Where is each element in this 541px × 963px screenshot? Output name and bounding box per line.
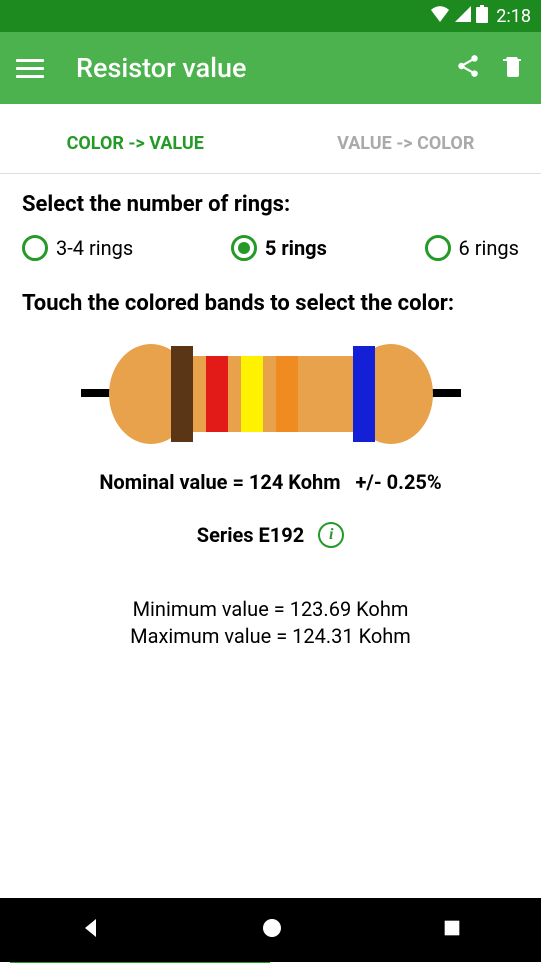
radio-icon xyxy=(231,235,257,261)
main-content: Select the number of rings: 3-4 rings 5 … xyxy=(0,174,541,668)
nominal-value-row: Nominal value = 124 Kohm +/- 0.25% xyxy=(22,470,519,494)
nominal-value: 124 Kohm xyxy=(249,470,341,494)
status-bar: 2:18 xyxy=(0,0,541,32)
wifi-icon xyxy=(430,6,450,27)
band-5[interactable] xyxy=(353,346,375,442)
tab-value-to-color[interactable]: VALUE -> COLOR xyxy=(271,114,541,173)
home-button[interactable] xyxy=(260,916,284,944)
series-row: Series E192 i xyxy=(22,522,519,548)
back-button[interactable] xyxy=(79,916,103,944)
info-icon[interactable]: i xyxy=(318,522,344,548)
trash-icon[interactable] xyxy=(501,53,525,83)
max-value: 124.31 Kohm xyxy=(292,624,411,648)
min-label: Minimum value = xyxy=(133,597,290,621)
status-time: 2:18 xyxy=(496,6,531,27)
ring-option-label: 6 rings xyxy=(459,236,519,260)
tab-label: COLOR -> VALUE xyxy=(67,133,204,154)
rings-prompt: Select the number of rings: xyxy=(22,192,519,217)
app-bar: Resistor value xyxy=(0,32,541,104)
tab-bar: COLOR -> VALUE VALUE -> COLOR xyxy=(0,114,541,174)
tab-color-to-value[interactable]: COLOR -> VALUE xyxy=(0,114,271,173)
min-max-values: Minimum value = 123.69 Kohm Maximum valu… xyxy=(22,596,519,650)
signal-icon xyxy=(454,6,472,27)
tab-label: VALUE -> COLOR xyxy=(337,133,474,154)
ring-option-6[interactable]: 6 rings xyxy=(425,235,519,261)
band-2[interactable] xyxy=(206,356,228,432)
series-label: Series E192 xyxy=(197,523,304,547)
max-label: Maximum value = xyxy=(130,624,292,648)
battery-icon xyxy=(476,5,488,28)
band-4[interactable] xyxy=(276,356,298,432)
nominal-label: Nominal value = xyxy=(99,470,249,494)
radio-icon xyxy=(22,235,48,261)
min-value: 123.69 Kohm xyxy=(290,597,409,621)
ring-option-5[interactable]: 5 rings xyxy=(231,235,327,261)
tolerance-value: +/- 0.25% xyxy=(356,470,442,494)
share-icon[interactable] xyxy=(455,53,481,83)
radio-icon xyxy=(425,235,451,261)
band-3[interactable] xyxy=(241,356,263,432)
app-title: Resistor value xyxy=(76,52,435,84)
ring-option-label: 5 rings xyxy=(265,236,327,260)
ring-options: 3-4 rings 5 rings 6 rings xyxy=(22,235,519,261)
ring-option-label: 3-4 rings xyxy=(56,236,133,260)
resistor-graphic xyxy=(22,334,519,454)
recents-button[interactable] xyxy=(441,917,463,943)
android-nav-bar xyxy=(0,898,541,962)
bands-prompt: Touch the colored bands to select the co… xyxy=(22,291,519,316)
band-1[interactable] xyxy=(171,346,193,442)
menu-icon[interactable] xyxy=(16,54,44,82)
ring-option-3-4[interactable]: 3-4 rings xyxy=(22,235,133,261)
